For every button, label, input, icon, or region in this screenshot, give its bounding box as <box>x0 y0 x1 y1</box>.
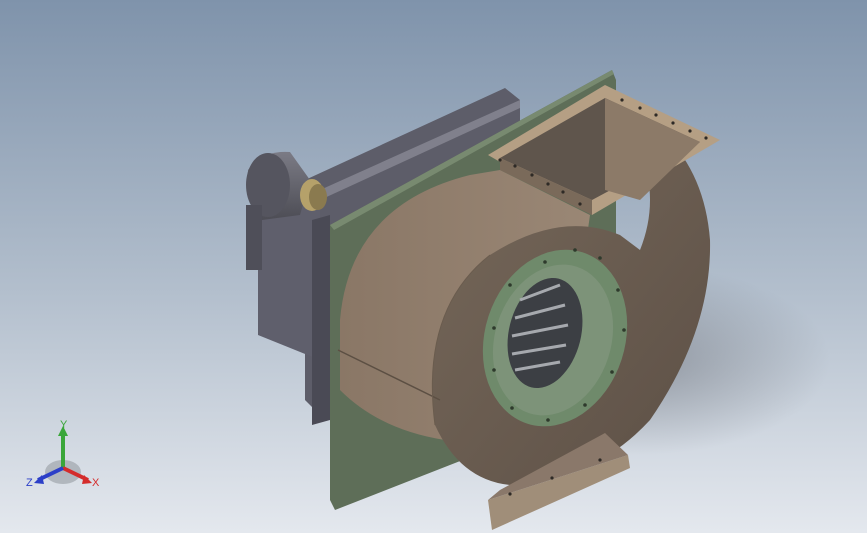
motor-support <box>312 215 330 425</box>
x-axis-label: X <box>92 477 100 489</box>
model-scene[interactable] <box>0 0 867 533</box>
graphics-viewport[interactable]: Y X Z <box>0 0 867 533</box>
orientation-triad[interactable]: Y X Z <box>22 420 102 495</box>
y-axis-label: Y <box>60 420 68 431</box>
z-axis-label: Z <box>26 477 33 489</box>
